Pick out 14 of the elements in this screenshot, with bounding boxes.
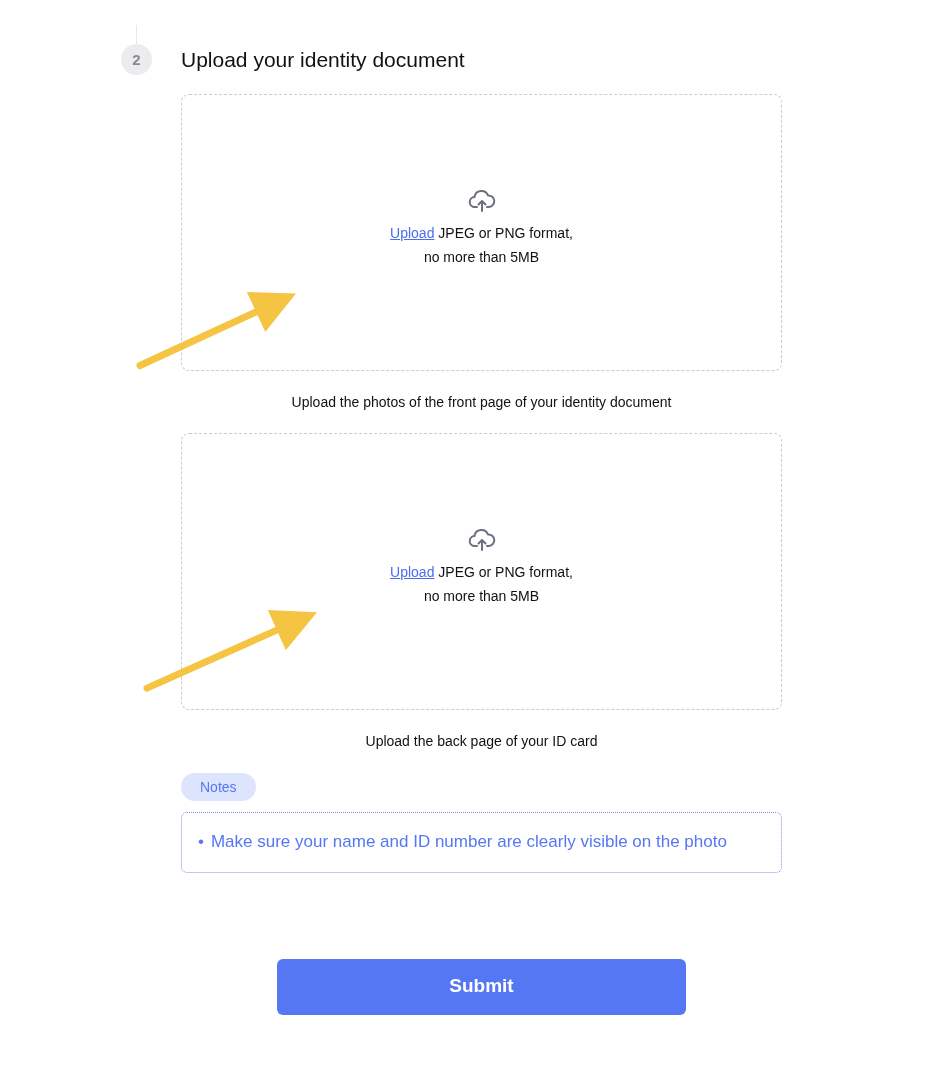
note-text: Make sure your name and ID number are clearly visible on the photo xyxy=(210,831,727,854)
bullet: • xyxy=(198,831,204,854)
submit-button[interactable]: Submit xyxy=(277,958,686,1015)
upload-icon xyxy=(467,528,496,552)
step-number: 2 xyxy=(121,44,152,76)
upload-link[interactable]: Upload xyxy=(390,564,435,580)
upload-caption: Upload the back page of your ID card xyxy=(364,731,599,751)
notes-badge: Notes xyxy=(181,772,256,801)
upload-icon xyxy=(467,189,496,213)
upload-hint: Upload JPEG or PNG format, no more than 5MB xyxy=(390,224,573,267)
upload-hint: Upload JPEG or PNG format, no more than 5MB xyxy=(390,563,573,606)
upload-link[interactable]: Upload xyxy=(390,225,435,241)
step-title: Upload your identity document xyxy=(181,47,465,73)
upload-caption: Upload the photos of the front page of your identity document xyxy=(290,392,673,412)
